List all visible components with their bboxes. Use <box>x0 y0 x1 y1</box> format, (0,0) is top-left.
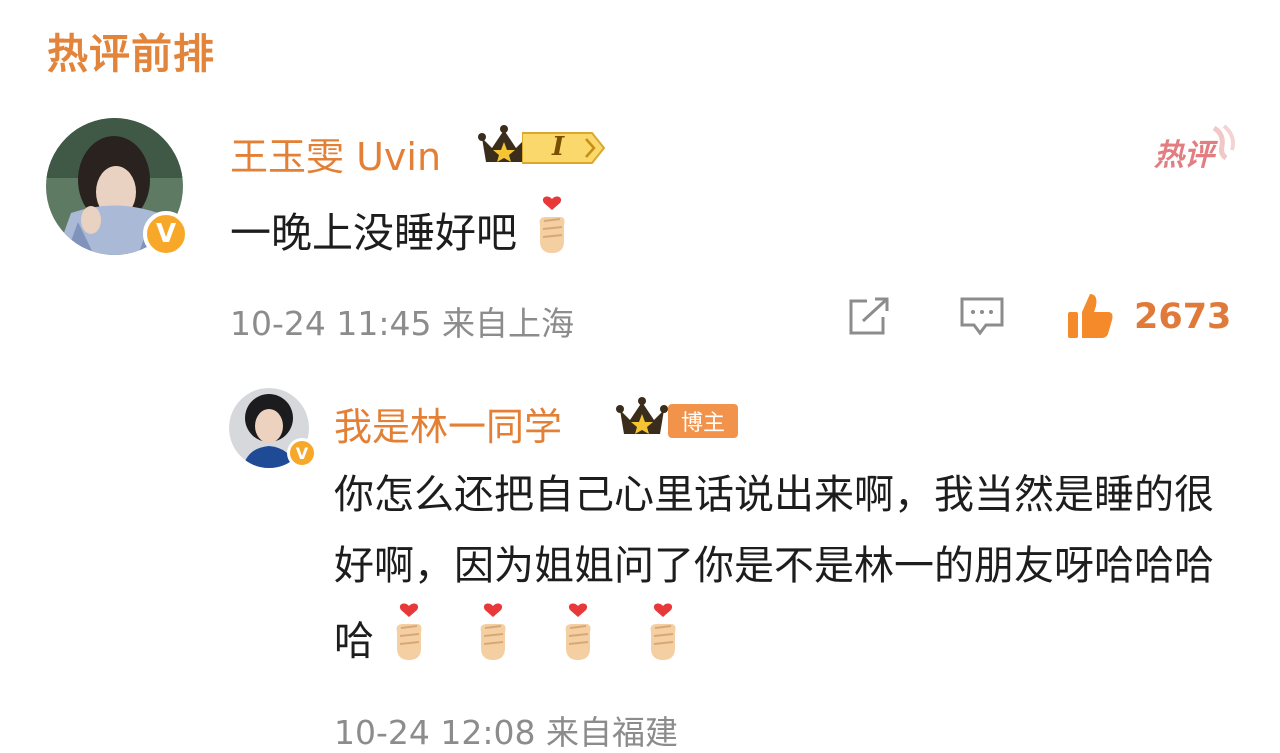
finger-heart-emoji <box>471 602 515 685</box>
avatar[interactable]: V <box>229 388 317 468</box>
blogger-tag: 博主 <box>668 404 738 438</box>
timestamp: 10-24 12:08 <box>334 713 536 752</box>
verified-icon: V <box>287 438 317 468</box>
comment-meta: 10-24 11:45 来自上海 <box>230 297 574 345</box>
finger-heart-emoji <box>387 602 431 685</box>
hot-badge-label: 热评 <box>1154 138 1214 173</box>
crown-icon <box>616 396 668 444</box>
like-count: 2673 <box>1134 297 1232 337</box>
reply-button[interactable] <box>958 295 1006 337</box>
comment-body: 一晚上没睡好吧 <box>230 209 517 257</box>
comment-text: 一晚上没睡好吧 <box>230 195 574 277</box>
username[interactable]: 王玉雯 Uvin <box>230 126 441 181</box>
finger-heart-emoji <box>556 602 600 685</box>
finger-heart-emoji <box>641 602 685 685</box>
comment-meta: 10-24 12:08 来自福建 <box>334 706 678 753</box>
share-button[interactable] <box>845 295 893 337</box>
comment-text: 你怎么还把自己心里话说出来啊，我当然是睡的很好啊，因为姐姐问了你是不是林一的朋友… <box>334 460 1214 685</box>
location: 来自福建 <box>545 713 678 752</box>
username[interactable]: 我是林一同学 <box>334 396 562 451</box>
location: 来自上海 <box>441 304 574 343</box>
hot-comments-panel: 热评前排 V 王玉雯 Uvin I 热评 一晚上没睡好吧 10-24 11:45… <box>0 0 1280 753</box>
timestamp: 10-24 11:45 <box>230 304 432 343</box>
level-label: I <box>552 132 565 162</box>
like-icon <box>1068 294 1113 338</box>
finger-heart-emoji <box>530 195 574 277</box>
comment-icon <box>960 297 1004 336</box>
avatar[interactable]: V <box>46 118 189 257</box>
level-badge: I <box>521 129 606 167</box>
section-title: 热评前排 <box>47 30 215 78</box>
like-button[interactable] <box>1064 290 1116 342</box>
comment-body: 你怎么还把自己心里话说出来啊，我当然是睡的很好啊，因为姐姐问了你是不是林一的朋友… <box>334 472 1214 665</box>
hot-comment-badge: 热评 <box>1150 124 1240 174</box>
verified-icon: V <box>143 211 189 257</box>
share-icon <box>849 297 889 335</box>
